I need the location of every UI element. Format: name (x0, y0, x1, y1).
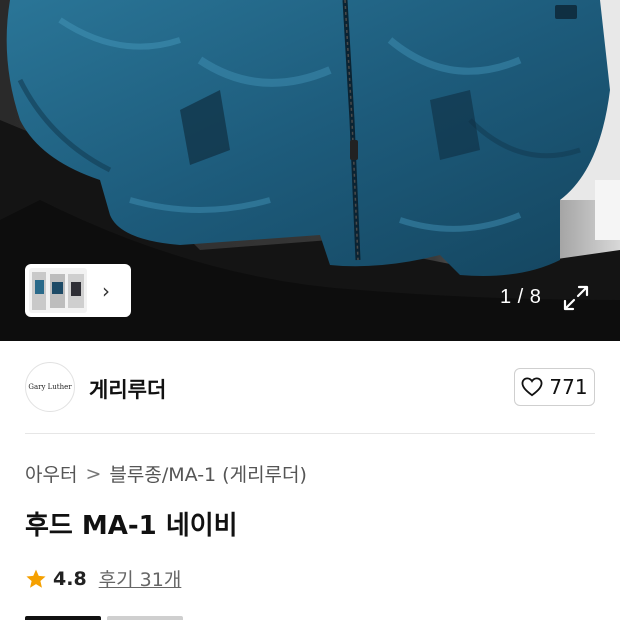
tab-indicator[interactable] (107, 616, 183, 620)
breadcrumb-item-category[interactable]: 블루종/MA-1 (게리루더) (109, 460, 307, 487)
like-count: 771 (549, 375, 588, 399)
breadcrumb: 아우터 > 블루종/MA-1 (게리루더) (25, 460, 307, 487)
brand-logo[interactable]: Gary Luther (25, 362, 75, 412)
expand-icon[interactable] (560, 282, 592, 314)
heart-icon (521, 377, 543, 397)
breadcrumb-separator: > (85, 462, 102, 485)
brand-logo-text: Gary Luther (28, 383, 72, 391)
product-title: 후드 MA-1 네이비 (25, 511, 238, 541)
image-counter: 1 / 8 (500, 286, 542, 308)
chevron-right-icon[interactable]: › (87, 268, 125, 313)
thumbnail-strip[interactable]: › (25, 264, 131, 317)
tab-indicator-active[interactable] (25, 616, 101, 620)
tabs-peek (25, 616, 595, 620)
product-image[interactable]: › 1 / 8 (0, 0, 620, 341)
breadcrumb-item-outer[interactable]: 아우터 (25, 460, 77, 487)
rating-row: 4.8 후기 31개 (25, 565, 181, 592)
rating-score: 4.8 (53, 567, 87, 590)
star-icon (26, 569, 46, 588)
thumbnail-image[interactable] (29, 268, 87, 313)
brand-row: Gary Luther 게리루더 771 (25, 362, 595, 414)
divider (25, 433, 595, 434)
reviews-link[interactable]: 후기 31개 (99, 565, 182, 592)
brand-name[interactable]: 게리루더 (89, 374, 166, 404)
like-button[interactable]: 771 (514, 368, 595, 406)
